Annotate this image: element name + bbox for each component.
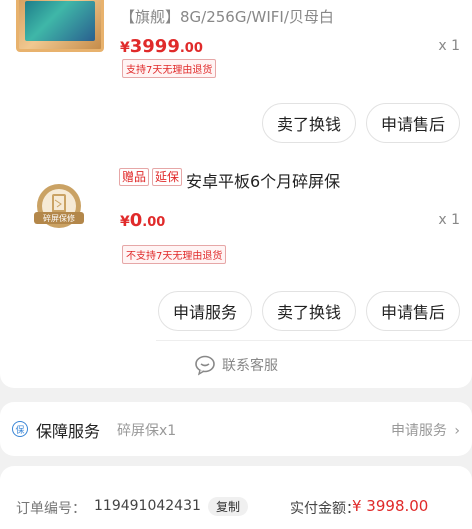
protection-service-card[interactable]: 保 保障服务 碎屏保x1 申请服务 › [0, 402, 472, 456]
apply-service-link-label: 申请服务 [390, 423, 447, 439]
product-image-tablet[interactable] [16, 0, 104, 52]
product-title: 安卓平板6个月碎屏保 [186, 172, 341, 191]
service-label: 保障服务 [36, 422, 101, 441]
gift-tag: 赠品 [119, 168, 150, 186]
paid-amount-value: ¥ 3998.00 [352, 497, 429, 515]
chat-bubble-icon [195, 355, 215, 376]
copy-order-number-button[interactable]: 复制 [208, 497, 249, 516]
product-quantity: x 1 [438, 212, 460, 228]
apply-service-button[interactable]: 申请服务 [158, 291, 252, 331]
product-price: ¥3999.00 [120, 36, 203, 57]
extended-warranty-tag: 延保 [152, 168, 183, 186]
order-items-card: 【旗舰】8G/256G/WIFI/贝母白 ¥3999.00 x 1 支持7天无理… [0, 0, 472, 388]
return-policy-tag: 支持7天无理由退货 [122, 59, 217, 78]
sell-for-cash-button[interactable]: 卖了换钱 [262, 103, 356, 143]
divider [156, 340, 472, 341]
price-decimal: .00 [179, 41, 203, 56]
product-quantity: x 1 [438, 38, 460, 54]
after-sale-button[interactable]: 申请售后 [366, 103, 460, 143]
return-policy-tag: 不支持7天无理由退货 [122, 245, 227, 264]
paid-amount-label: 实付金额： [290, 501, 360, 517]
product-price: ¥0.00 [120, 210, 165, 231]
tablet-screen-graphic [25, 1, 95, 41]
shield-icon: 保 [12, 421, 28, 437]
after-sale-button[interactable]: 申请售后 [366, 291, 460, 331]
apply-service-link[interactable]: 申请服务 › [391, 420, 460, 440]
price-currency: ¥ [120, 40, 130, 56]
order-info-card: 订单编号： 119491042431 复制 实付金额： ¥ 3998.00 [0, 466, 472, 529]
service-value: 碎屏保x1 [117, 423, 177, 439]
product-spec: 【旗舰】8G/256G/WIFI/贝母白 [120, 8, 334, 26]
screen-protection-badge-icon: 碎屏保修 [34, 184, 84, 228]
sell-for-cash-button[interactable]: 卖了换钱 [262, 291, 356, 331]
chevron-right-icon: › [454, 423, 460, 439]
price-currency: ¥ [120, 214, 130, 230]
price-integer: 3999 [129, 36, 180, 57]
contact-support-label: 联系客服 [222, 358, 278, 374]
contact-support-button[interactable]: 联系客服 [0, 354, 472, 376]
price-integer: 0 [129, 210, 143, 231]
badge-text: 碎屏保修 [43, 213, 75, 223]
order-number-label: 订单编号： [16, 501, 86, 517]
price-decimal: .00 [142, 215, 166, 230]
order-number-value: 119491042431 [94, 498, 201, 514]
